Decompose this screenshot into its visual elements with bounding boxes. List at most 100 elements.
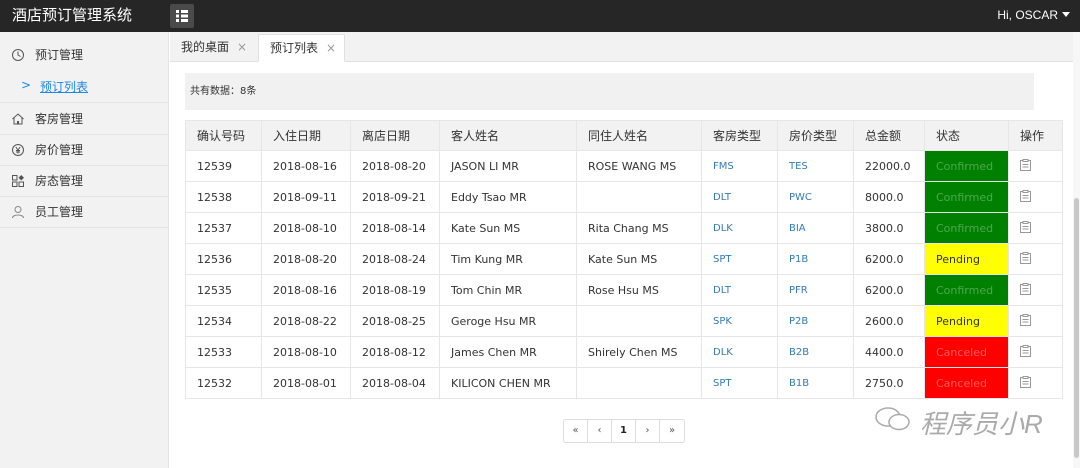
cell-room[interactable]: DLK	[701, 212, 778, 244]
cell-guest: KILICON CHEN MR	[439, 367, 577, 399]
cell-checkin: 2018-09-11	[261, 181, 351, 213]
cell-total: 4400.0	[853, 336, 925, 368]
cell-id: 12534	[185, 305, 262, 337]
cell-checkout: 2018-08-20	[350, 150, 440, 182]
sidebar-item-label: 员工管理	[35, 205, 84, 219]
last-page-button[interactable]: »	[660, 420, 684, 442]
edit-icon[interactable]	[1020, 282, 1031, 295]
cell-checkin: 2018-08-16	[261, 150, 351, 182]
next-page-button[interactable]: ›	[636, 420, 660, 442]
scrollbar[interactable]	[1073, 32, 1080, 468]
cell-checkout: 2018-08-14	[350, 212, 440, 244]
column-header: 总金额	[853, 120, 925, 151]
edit-icon[interactable]	[1020, 375, 1031, 388]
cell-room[interactable]: DLT	[701, 274, 778, 306]
cell-total: 2600.0	[853, 305, 925, 337]
cell-rate[interactable]: P2B	[777, 305, 854, 337]
edit-icon[interactable]	[1020, 189, 1031, 202]
sidebar-item-staff[interactable]: 员工管理	[0, 197, 169, 228]
column-header: 客人姓名	[439, 120, 577, 151]
yen-icon	[11, 143, 25, 157]
cell-status: Confirmed	[924, 274, 1009, 306]
sidebar-subitem-label: 预订列表	[40, 80, 89, 94]
cell-roommate: Rose Hsu MS	[576, 274, 702, 306]
cell-rate[interactable]: BIA	[777, 212, 854, 244]
column-header: 离店日期	[350, 120, 440, 151]
cell-room[interactable]: SPT	[701, 243, 778, 275]
cell-roommate: ROSE WANG MS	[576, 150, 702, 182]
first-page-button[interactable]: «	[564, 420, 588, 442]
cell-rate[interactable]: B1B	[777, 367, 854, 399]
cell-roommate: Rita Chang MS	[576, 212, 702, 244]
edit-icon[interactable]	[1020, 313, 1031, 326]
cell-actions	[1008, 243, 1063, 275]
cell-room[interactable]: SPK	[701, 305, 778, 337]
summary-bar: 共有数据：8条	[185, 73, 1034, 110]
tab-label: 预订列表	[270, 41, 319, 55]
cell-id: 12537	[185, 212, 262, 244]
wechat-icon	[875, 407, 910, 431]
cell-room[interactable]: FMS	[701, 150, 778, 182]
table-row: 12537 2018-08-10 2018-08-14 Kate Sun MS Rita…	[185, 212, 1063, 244]
caret-down-icon	[1062, 12, 1070, 17]
user-menu[interactable]: Hi, OSCAR	[997, 7, 1070, 23]
cell-id: 12539	[185, 150, 262, 182]
chevron-right-icon: >	[21, 78, 32, 92]
cell-actions	[1008, 274, 1063, 306]
history-icon	[11, 48, 25, 62]
table-header-row: 确认号码 入住日期 离店日期 客人姓名 同住人姓名 客房类型 房价类型 总金额 …	[185, 120, 1063, 151]
menu-toggle-button[interactable]	[170, 4, 194, 28]
cell-rate[interactable]: PWC	[777, 181, 854, 213]
cell-status: Pending	[924, 243, 1009, 275]
cell-total: 3800.0	[853, 212, 925, 244]
cell-rate[interactable]: B2B	[777, 336, 854, 368]
sidebar-subitem-reservation-list[interactable]: > 预订列表	[0, 72, 169, 103]
scrollbar-thumb[interactable]	[1074, 198, 1079, 458]
cell-guest: Tim Kung MR	[439, 243, 577, 275]
cell-roommate: Kate Sun MS	[576, 243, 702, 275]
cell-room[interactable]: DLK	[701, 336, 778, 368]
column-header: 客房类型	[701, 120, 778, 151]
edit-icon[interactable]	[1020, 158, 1031, 171]
cell-rate[interactable]: P1B	[777, 243, 854, 275]
edit-icon[interactable]	[1020, 251, 1031, 264]
cell-checkout: 2018-08-24	[350, 243, 440, 275]
cell-rate[interactable]: PFR	[777, 274, 854, 306]
cell-total: 6200.0	[853, 274, 925, 306]
tab-desktop[interactable]: 我的桌面 ×	[170, 34, 256, 62]
cell-roommate	[576, 181, 702, 213]
tab-reservation-list[interactable]: 预订列表 ×	[258, 34, 345, 62]
cell-rate[interactable]: TES	[777, 150, 854, 182]
cell-checkin: 2018-08-16	[261, 274, 351, 306]
column-header: 房价类型	[777, 120, 854, 151]
prev-page-button[interactable]: ‹	[588, 420, 612, 442]
cell-status: Pending	[924, 305, 1009, 337]
sidebar: 预订管理 > 预订列表 客房管理 房价管理 房态管理 员工管理	[0, 32, 169, 468]
cell-guest: James Chen MR	[439, 336, 577, 368]
cell-room[interactable]: DLT	[701, 181, 778, 213]
cell-checkin: 2018-08-20	[261, 243, 351, 275]
sidebar-item-rates[interactable]: 房价管理	[0, 135, 169, 166]
close-icon[interactable]: ×	[326, 41, 336, 55]
record-count: 共有数据：8条	[190, 86, 257, 97]
cell-guest: JASON LI MR	[439, 150, 577, 182]
tab-bar: 我的桌面 × 预订列表 ×	[170, 32, 1080, 62]
cell-room[interactable]: SPT	[701, 367, 778, 399]
edit-icon[interactable]	[1020, 220, 1031, 233]
cell-checkout: 2018-08-12	[350, 336, 440, 368]
cell-checkin: 2018-08-10	[261, 336, 351, 368]
column-header: 确认号码	[185, 120, 262, 151]
edit-icon[interactable]	[1020, 344, 1031, 357]
sidebar-item-reservations[interactable]: 预订管理	[0, 40, 169, 71]
watermark: 程序员小R	[920, 409, 1043, 439]
cell-status: Confirmed	[924, 150, 1009, 182]
close-icon[interactable]: ×	[237, 40, 247, 54]
current-page[interactable]: 1	[612, 420, 636, 442]
sidebar-item-room-status[interactable]: 房态管理	[0, 166, 169, 197]
menu-grid-icon	[176, 10, 188, 22]
sidebar-item-label: 房价管理	[35, 143, 84, 157]
sidebar-item-rooms[interactable]: 客房管理	[0, 104, 169, 135]
cell-guest: Eddy Tsao MR	[439, 181, 577, 213]
cell-total: 6200.0	[853, 243, 925, 275]
column-header: 状态	[924, 120, 1009, 151]
